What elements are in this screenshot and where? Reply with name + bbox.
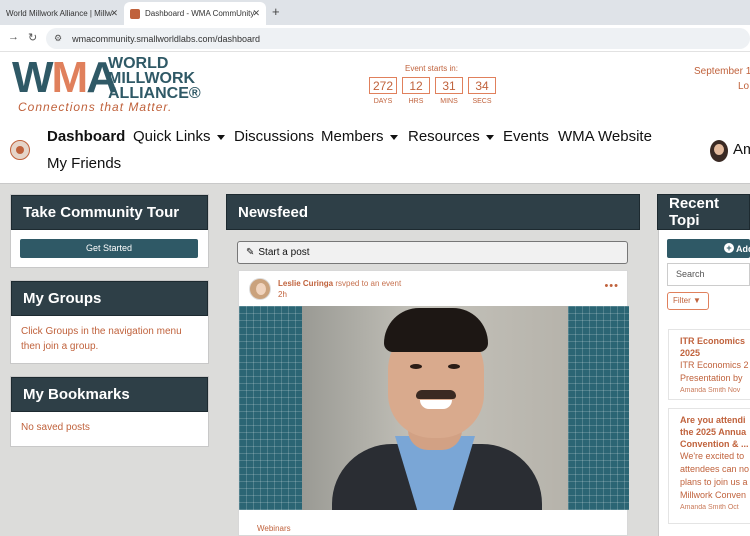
nav-members[interactable]: Members xyxy=(321,128,398,145)
event-date: September 1 xyxy=(694,66,750,77)
nav-my-friends[interactable]: My Friends xyxy=(47,155,121,172)
feed-post: Leslie Curinga rsvped to an event 2h •••… xyxy=(238,270,629,536)
browser-tab-strip: World Millwork Alliance | Millw ✕ Dashbo… xyxy=(0,0,750,25)
countdown-days: 272 DAYS xyxy=(369,77,397,105)
forward-arrow-icon[interactable]: → xyxy=(8,31,19,43)
more-options-icon[interactable]: ••• xyxy=(604,280,619,292)
recent-topics-title: Recent Topi xyxy=(657,194,750,230)
my-groups-card: My Groups Click Groups in the navigation… xyxy=(10,280,209,364)
close-icon[interactable]: ✕ xyxy=(110,8,118,19)
topic-item[interactable]: Are you attendi the 2025 Annua Conventio… xyxy=(668,408,750,524)
add-topic-button[interactable]: + Add xyxy=(667,239,750,258)
chevron-down-icon xyxy=(216,134,225,140)
community-icon[interactable] xyxy=(10,140,30,160)
chevron-down-icon xyxy=(485,134,494,140)
card-title: My Groups xyxy=(11,281,208,316)
plus-icon: + xyxy=(724,243,734,253)
topic-item[interactable]: ITR Economics 2025 ITR Economics 2 Prese… xyxy=(668,329,750,400)
card-title: Take Community Tour xyxy=(11,195,208,230)
post-time: 2h xyxy=(278,290,287,299)
browser-tab-active[interactable]: Dashboard - WMA CommUnity ✕ xyxy=(124,2,266,25)
newsfeed-title: Newsfeed xyxy=(226,194,640,230)
favicon-icon xyxy=(130,8,140,19)
start-post-button[interactable]: ✎ Start a post xyxy=(237,241,628,264)
post-action: rsvped to an event xyxy=(335,279,402,288)
countdown-label: Event starts in: xyxy=(405,64,458,73)
logo-tagline: Connections that Matter. xyxy=(18,100,173,114)
topic-search-input[interactable]: Search xyxy=(667,263,750,286)
user-name[interactable]: Am xyxy=(733,141,750,158)
countdown-seconds: 34 SECS xyxy=(468,77,496,105)
nav-dashboard[interactable]: Dashboard xyxy=(47,128,125,145)
speaker-photo xyxy=(302,306,568,510)
get-started-button[interactable]: Get Started xyxy=(20,239,198,258)
avatar[interactable] xyxy=(249,278,271,300)
close-icon[interactable]: ✕ xyxy=(252,8,260,19)
my-bookmarks-card: My Bookmarks No saved posts xyxy=(10,376,209,447)
card-title: My Bookmarks xyxy=(11,377,208,412)
chevron-down-icon xyxy=(389,134,398,140)
post-category[interactable]: Webinars xyxy=(257,524,291,533)
tab-title: World Millwork Alliance | Millw xyxy=(6,9,112,18)
url-text: wmacommunity.smallworldlabs.com/dashboar… xyxy=(72,33,260,44)
site-settings-icon[interactable]: ⚙ xyxy=(54,33,62,44)
post-author[interactable]: Leslie Curinga xyxy=(278,279,333,288)
countdown-minutes: 31 MINS xyxy=(435,77,463,105)
address-bar: → ↻ ⚙ wmacommunity.smallworldlabs.com/da… xyxy=(0,25,750,52)
filter-icon: ▼ xyxy=(693,296,701,305)
nav-quick-links[interactable]: Quick Links xyxy=(133,128,225,145)
groups-empty-text[interactable]: Click Groups in the navigation menu then… xyxy=(11,316,208,362)
avatar[interactable] xyxy=(710,140,728,162)
reload-icon[interactable]: ↻ xyxy=(28,31,37,44)
nav-discussions[interactable]: Discussions xyxy=(234,128,314,145)
logo-wordmark: WORLD MILLWORK ALLIANCE® xyxy=(108,55,201,102)
nav-wma-website[interactable]: WMA Website xyxy=(558,128,652,145)
nav-events[interactable]: Events xyxy=(503,128,549,145)
new-tab-icon[interactable]: + xyxy=(272,4,280,19)
location-link[interactable]: Lo xyxy=(738,81,749,92)
logo-mark: WMA xyxy=(12,53,118,102)
url-field[interactable]: ⚙ wmacommunity.smallworldlabs.com/dashbo… xyxy=(46,28,750,49)
tab-title: Dashboard - WMA CommUnity xyxy=(145,9,255,18)
post-header: Leslie Curinga rsvped to an event xyxy=(278,279,401,288)
nav-resources[interactable]: Resources xyxy=(408,128,494,145)
tour-card: Take Community Tour Get Started xyxy=(10,194,209,268)
edit-icon: ✎ xyxy=(246,247,255,258)
bookmarks-empty-text: No saved posts xyxy=(21,422,90,433)
browser-tab[interactable]: World Millwork Alliance | Millw ✕ xyxy=(0,2,124,25)
countdown-hours: 12 HRS xyxy=(402,77,430,105)
filter-button[interactable]: Filter ▼ xyxy=(667,292,709,310)
post-image[interactable] xyxy=(239,306,629,510)
